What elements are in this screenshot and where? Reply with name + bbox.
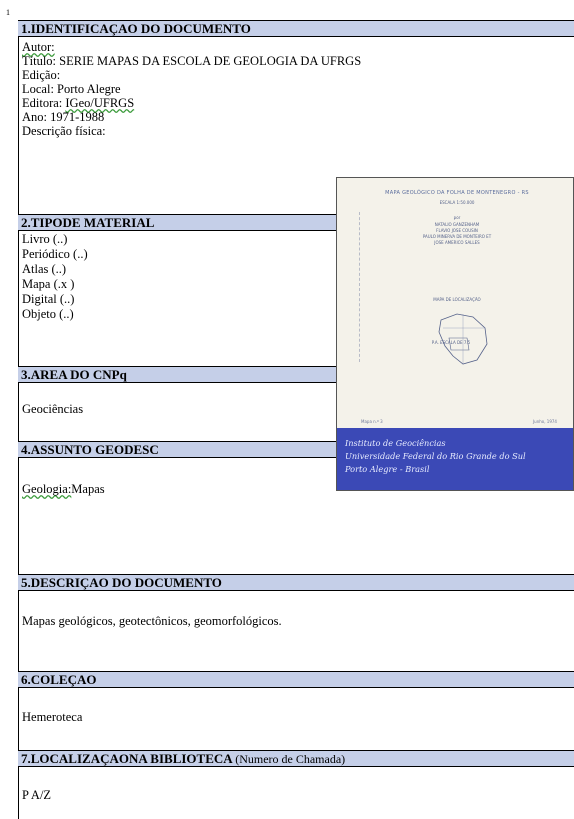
cover-inst-line-1: Instituto de Geociências xyxy=(345,438,446,448)
cover-box-text: P.A. ESCALA DE 7.5 xyxy=(431,340,471,345)
cover-inst-line-3: Porto Alegre - Brasil xyxy=(345,464,430,474)
descricao-value: Mapas geológicos, geotectônicos, geomorf… xyxy=(22,614,282,628)
section-7-title: 7.LOCALIZAÇAONA BIBLIOTECA xyxy=(21,751,232,766)
assunto-main: Geologia: xyxy=(22,482,72,496)
section-7-header: 7.LOCALIZAÇAONA BIBLIOTECA (Numero de Ch… xyxy=(18,750,574,767)
material-objeto: Objeto (..) xyxy=(22,307,74,321)
cover-author-4: JOSE AMERICO SALLES xyxy=(434,240,480,245)
assunto-value: Geologia:Mapas xyxy=(22,482,105,496)
section-5-header: 5.DESCRIÇAO DO DOCUMENTO xyxy=(18,574,574,591)
cover-foot-right: Junho, 1974 xyxy=(533,419,557,424)
cover-page: MAPA GEOLÓGICO DA FOLHA DE MONTENEGRO - … xyxy=(351,182,563,428)
cover-map-label: MAPA DE LOCALIZAÇÃO xyxy=(433,297,481,302)
field-editora: Editora: IGeo/UFRGS xyxy=(22,96,134,110)
field-autor: Autor: xyxy=(22,40,55,54)
field-local: Local: Porto Alegre xyxy=(22,82,121,96)
editora-value: IGeo/UFRGS xyxy=(65,96,135,110)
autor-label: Autor: xyxy=(22,40,55,54)
field-titulo: Título: SERIE MAPAS DA ESCOLA DE GEOLOGI… xyxy=(22,54,362,68)
material-periodico: Periódico (..) xyxy=(22,247,88,261)
field-edicao: Edição: xyxy=(22,68,61,82)
cover-title: MAPA GEOLÓGICO DA FOLHA DE MONTENEGRO - … xyxy=(385,190,529,196)
colecao-value: Hemeroteca xyxy=(22,710,83,724)
section-7-subtitle: (Numero de Chamada) xyxy=(235,752,346,766)
cover-foot-left: Mapa n.º 3 xyxy=(361,419,383,424)
material-atlas: Atlas (..) xyxy=(22,262,67,276)
assunto-rest: Mapas xyxy=(71,482,105,496)
field-ano: Ano: 1971-1988 xyxy=(22,110,105,124)
cover-institution-band: Instituto de Geociências Universidade Fe… xyxy=(337,428,573,490)
field-descricao-fisica: Descrição física: xyxy=(22,124,106,138)
cover-image: MAPA GEOLÓGICO DA FOLHA DE MONTENEGRO - … xyxy=(336,177,574,491)
material-livro: Livro (..) xyxy=(22,232,68,246)
cover-author-3: PAULO MINERVA DE MONTEIRO ET xyxy=(422,234,492,239)
localizacao-value: P A/Z xyxy=(22,788,52,802)
cover-inst-line-2: Universidade Federal do Rio Grande do Su… xyxy=(345,451,526,461)
area-cnpq-value: Geociências xyxy=(22,402,84,416)
cover-scale: ESCALA 1:50.000 xyxy=(439,200,475,205)
cover-author-1: NATALIO GANZENHAM xyxy=(434,222,480,227)
cover-author-2: FLAVIO JOSE COUSIN xyxy=(436,228,478,233)
corner-mark: 1 xyxy=(6,8,10,17)
material-mapa: Mapa (.x ) xyxy=(22,277,75,291)
cover-location-map xyxy=(438,313,488,365)
section-1-header: 1.IDENTIFICAÇAO DO DOCUMENTO xyxy=(18,20,574,37)
editora-label: Editora: xyxy=(22,96,63,110)
material-digital: Digital (..) xyxy=(22,292,75,306)
cover-por: por xyxy=(453,215,461,220)
section-6-header: 6.COLEÇAO xyxy=(18,671,574,688)
